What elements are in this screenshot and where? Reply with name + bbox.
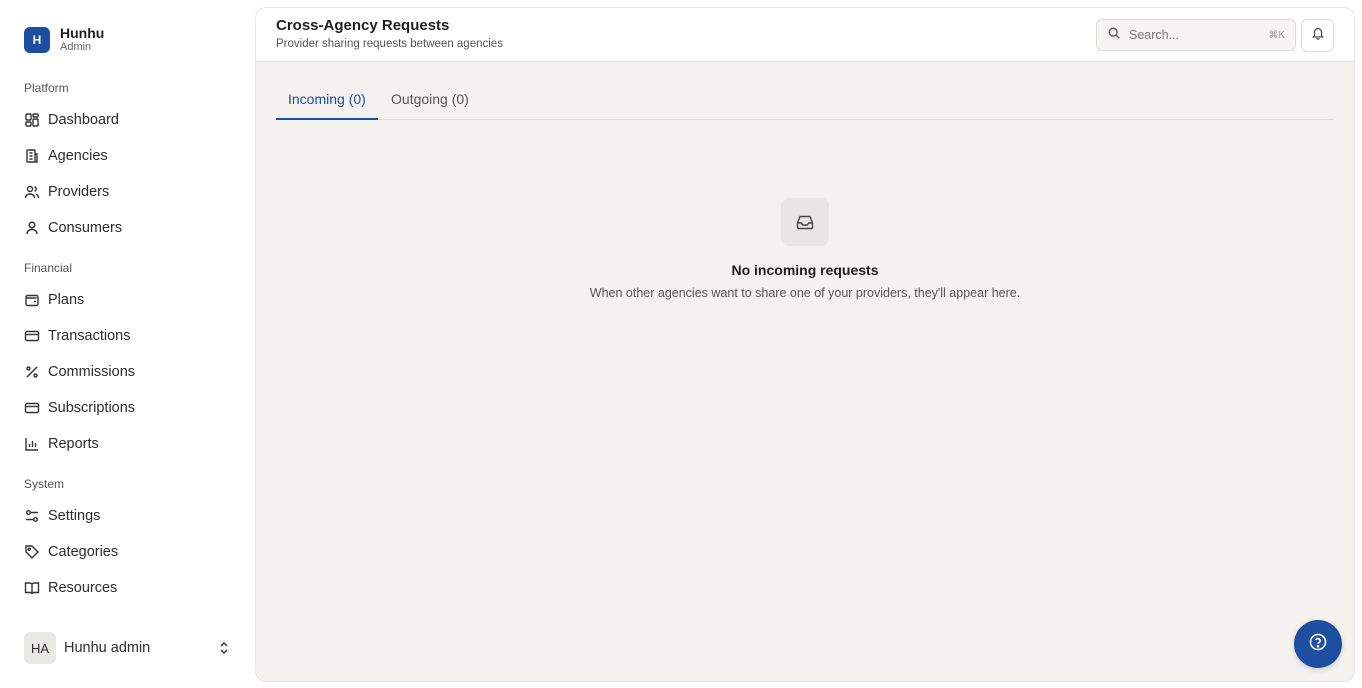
section-title-financial: Financial bbox=[24, 261, 73, 275]
empty-state-title: No incoming requests bbox=[731, 262, 879, 278]
sidebar-item-label: Commissions bbox=[48, 364, 136, 380]
notifications-button[interactable] bbox=[1301, 19, 1334, 52]
sidebar-item-label: Settings bbox=[48, 508, 101, 524]
bell-icon bbox=[1311, 26, 1325, 45]
help-circle-icon bbox=[1308, 632, 1328, 657]
top-bar: Cross-Agency Requests Provider sharing r… bbox=[256, 8, 1354, 62]
tab-outgoing[interactable]: Outgoing (0) bbox=[379, 86, 481, 120]
sidebar-item-label: Reports bbox=[48, 436, 99, 452]
credit-card-icon bbox=[24, 328, 40, 344]
avatar: HA bbox=[24, 632, 56, 664]
sidebar-item-agencies[interactable]: Agencies bbox=[24, 145, 234, 167]
sidebar-item-label: Providers bbox=[48, 184, 110, 200]
sidebar-item-label: Subscriptions bbox=[48, 400, 136, 416]
empty-state-description: When other agencies want to share one of… bbox=[589, 286, 1021, 300]
sidebar-item-commissions[interactable]: Commissions bbox=[24, 361, 234, 383]
sidebar-item-label: Categories bbox=[48, 544, 119, 560]
sidebar-item-label: Plans bbox=[48, 292, 85, 308]
brand-name: Hunhu bbox=[60, 25, 105, 41]
sidebar-item-plans[interactable]: Plans bbox=[24, 289, 234, 311]
sidebar: H Hunhu Admin Platform Dashboard Agencie… bbox=[0, 0, 256, 688]
sidebar-item-settings[interactable]: Settings bbox=[24, 505, 234, 527]
sidebar-item-resources[interactable]: Resources bbox=[24, 577, 234, 599]
sidebar-item-dashboard[interactable]: Dashboard bbox=[24, 109, 234, 131]
section-title-system: System bbox=[24, 477, 65, 491]
sliders-icon bbox=[24, 508, 40, 524]
search-shortcut: ⌘K bbox=[1268, 29, 1285, 41]
search-icon bbox=[1107, 26, 1121, 45]
page-subtitle: Provider sharing requests between agenci… bbox=[276, 38, 503, 50]
search-input[interactable]: Search... ⌘K bbox=[1096, 19, 1296, 51]
sidebar-item-label: Dashboard bbox=[48, 112, 119, 128]
brand[interactable]: H Hunhu Admin bbox=[24, 26, 104, 53]
book-icon bbox=[24, 580, 40, 596]
inbox-icon bbox=[781, 198, 829, 246]
tabs: Incoming (0) Outgoing (0) bbox=[276, 86, 1334, 120]
search-placeholder: Search... bbox=[1129, 28, 1180, 42]
percent-icon bbox=[24, 364, 40, 380]
empty-state: No incoming requests When other agencies… bbox=[256, 198, 1354, 300]
sidebar-item-categories[interactable]: Categories bbox=[24, 541, 234, 563]
bar-chart-icon bbox=[24, 436, 40, 452]
brand-logo: H bbox=[24, 26, 50, 53]
sidebar-item-subscriptions[interactable]: Subscriptions bbox=[24, 397, 234, 419]
sidebar-item-label: Resources bbox=[48, 580, 118, 596]
main-panel: Cross-Agency Requests Provider sharing r… bbox=[256, 8, 1354, 681]
brand-role: Admin bbox=[60, 41, 92, 53]
wallet-icon bbox=[24, 292, 40, 308]
tab-incoming[interactable]: Incoming (0) bbox=[276, 86, 378, 120]
section-title-platform: Platform bbox=[24, 81, 69, 95]
user-name: Hunhu admin bbox=[64, 640, 151, 656]
user-menu[interactable]: HA Hunhu admin bbox=[24, 632, 236, 664]
sidebar-item-consumers[interactable]: Consumers bbox=[24, 217, 234, 239]
sidebar-item-label: Consumers bbox=[48, 220, 123, 236]
dashboard-icon bbox=[24, 112, 40, 128]
user-icon bbox=[24, 220, 40, 236]
chevrons-up-down-icon bbox=[216, 640, 232, 656]
building-icon bbox=[24, 148, 40, 164]
tag-icon bbox=[24, 544, 40, 560]
sidebar-item-providers[interactable]: Providers bbox=[24, 181, 234, 203]
credit-card-icon bbox=[24, 400, 40, 416]
sidebar-item-label: Agencies bbox=[48, 148, 108, 164]
users-icon bbox=[24, 184, 40, 200]
page-title: Cross-Agency Requests bbox=[276, 17, 450, 34]
sidebar-item-label: Transactions bbox=[48, 328, 131, 344]
sidebar-item-transactions[interactable]: Transactions bbox=[24, 325, 234, 347]
help-button[interactable] bbox=[1294, 620, 1342, 668]
sidebar-item-reports[interactable]: Reports bbox=[24, 433, 234, 455]
